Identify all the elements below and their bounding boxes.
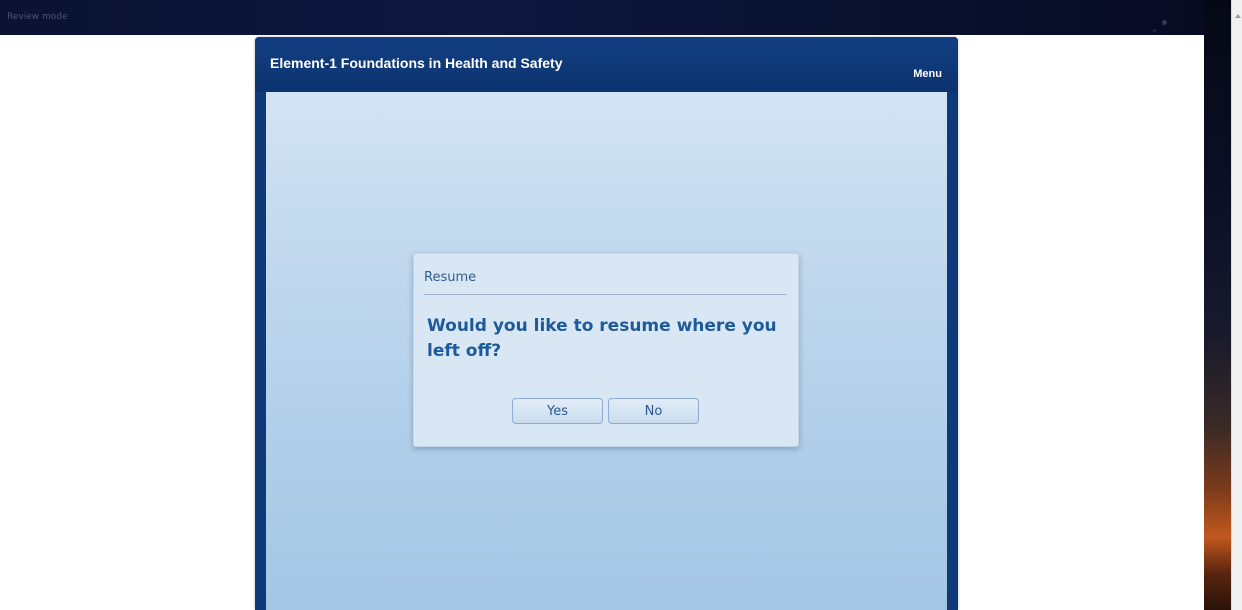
status-dot-icon [1162,20,1167,25]
review-mode-label: Review mode [7,12,68,22]
status-dot-small-icon [1153,29,1156,32]
player-header: Element-1 Foundations in Health and Safe… [255,37,958,92]
dialog-title: Resume [424,270,477,285]
menu-button[interactable]: Menu [913,68,942,80]
course-title: Element-1 Foundations in Health and Safe… [270,55,563,71]
vertical-scrollbar[interactable] [1231,0,1242,610]
yes-button[interactable]: Yes [512,398,603,424]
resume-dialog: Resume Would you like to resume where yo… [413,253,799,447]
no-button[interactable]: No [608,398,699,424]
dialog-message: Would you like to resume where you left … [427,316,777,361]
desktop-background-strip [1204,0,1231,610]
screen: Review mode Element-1 Foundations in Hea… [0,0,1242,610]
dialog-divider [424,294,787,295]
top-bar: Review mode [0,0,1204,35]
scroll-up-arrow-icon[interactable] [1235,14,1241,18]
